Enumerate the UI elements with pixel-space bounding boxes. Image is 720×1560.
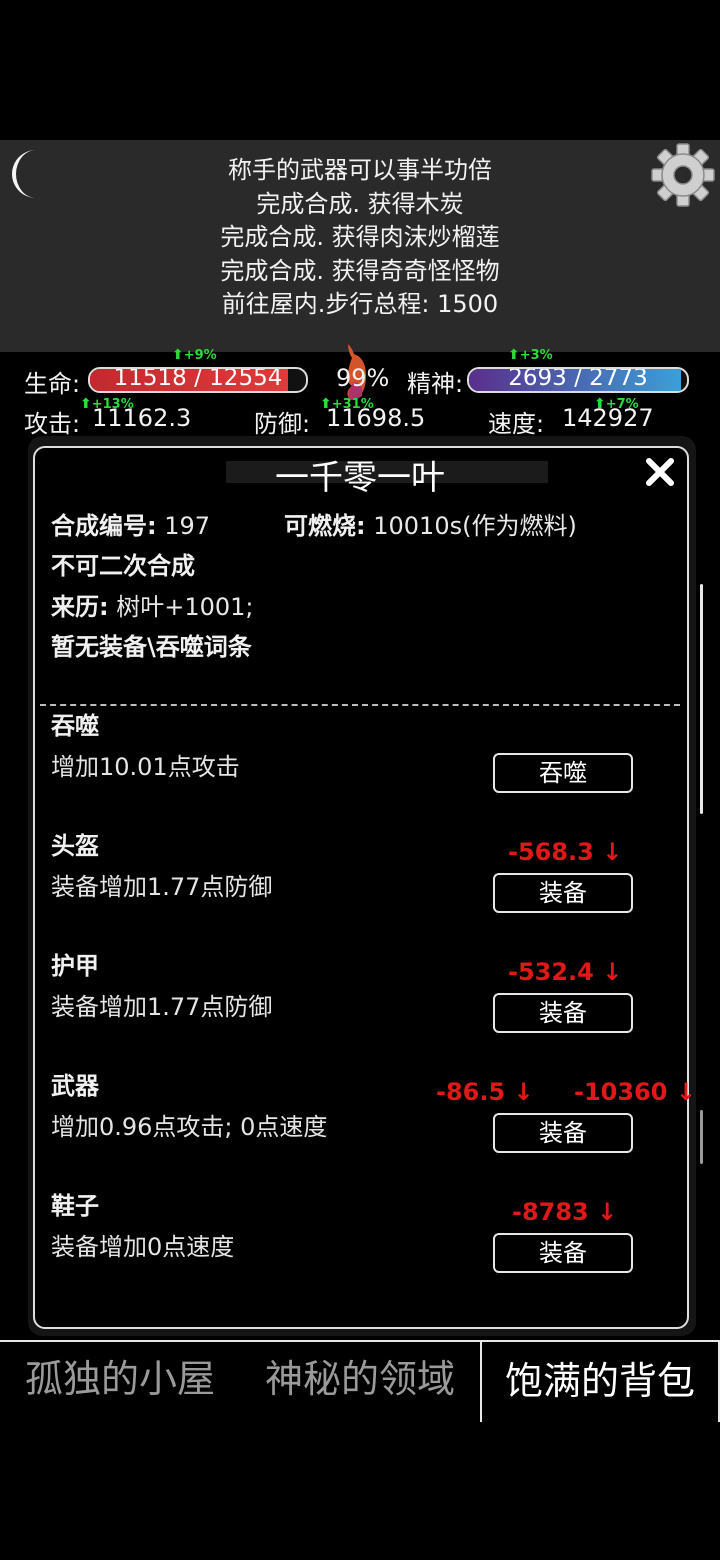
tab-backpack[interactable]: 饱满的背包 — [480, 1340, 720, 1422]
up-arrow-icon: ⬆ — [508, 347, 520, 363]
mp-label: 精神: — [407, 370, 464, 398]
hp-bonus: ⬆+9% — [172, 347, 217, 363]
section-armor-desc: 装备增加1.77点防御 — [51, 993, 273, 1021]
attack-label: 攻击: — [24, 410, 81, 438]
gear-icon[interactable] — [650, 142, 716, 208]
speed-label: 速度: — [488, 410, 545, 438]
armor-delta: -532.4 ↓ — [508, 958, 623, 986]
section-devour-desc: 增加10.01点攻击 — [51, 753, 240, 781]
log-line: 称手的武器可以事半功倍 — [228, 156, 492, 184]
up-arrow-icon: ⬆ — [80, 396, 92, 412]
section-shoes-title: 鞋子 — [51, 1192, 99, 1220]
defense-label: 防御: — [254, 410, 311, 438]
section-helmet-desc: 装备增加1.77点防御 — [51, 873, 273, 901]
tab-cabin[interactable]: 孤独的小屋 — [0, 1340, 240, 1420]
helmet-delta: -568.3 ↓ — [508, 838, 623, 866]
section-armor-title: 护甲 — [51, 952, 99, 980]
equip-shoes-button[interactable]: 装备 — [493, 1233, 633, 1273]
section-weapon-title: 武器 — [51, 1072, 99, 1100]
scrollbar[interactable] — [700, 584, 703, 814]
section-shoes-desc: 装备增加0点速度 — [51, 1233, 235, 1261]
origin-info: 来历: 树叶+1001; — [51, 593, 254, 621]
mp-bar: 2693 / 2773 — [467, 367, 689, 393]
mp-bonus: ⬆+3% — [508, 347, 553, 363]
no-equip-note: 暂无装备\吞噬词条 — [51, 633, 252, 661]
hp-bar: 11518 / 12554 — [88, 367, 308, 393]
equip-helmet-button[interactable]: 装备 — [493, 873, 633, 913]
section-helmet-title: 头盔 — [51, 832, 99, 860]
equip-armor-button[interactable]: 装备 — [493, 993, 633, 1033]
message-log: 称手的武器可以事半功倍 完成合成. 获得木炭 完成合成. 获得肉沫炒榴莲 完成合… — [0, 140, 720, 352]
weapon-delta-speed: -10360 ↓ — [574, 1078, 696, 1106]
no-resynth-note: 不可二次合成 — [51, 552, 195, 580]
divider — [40, 704, 680, 706]
log-line: 完成合成. 获得肉沫炒榴莲 — [220, 223, 500, 251]
weapon-delta: -86.5 ↓ — [436, 1078, 534, 1106]
log-line: 完成合成. 获得奇奇怪怪物 — [220, 256, 500, 285]
close-icon[interactable] — [640, 452, 680, 492]
section-weapon-desc: 增加0.96点攻击; 0点速度 — [51, 1113, 328, 1141]
log-line: 完成合成. 获得木炭 — [256, 189, 464, 218]
mp-bar-text: 2693 / 2773 — [508, 367, 648, 391]
tab-domain[interactable]: 神秘的领域 — [240, 1340, 480, 1420]
hp-bar-text: 11518 / 12554 — [113, 367, 283, 391]
defense-value: 11698.5 — [326, 404, 426, 432]
log-line: 前往屋内.步行总程: 1500 — [221, 290, 499, 318]
up-arrow-icon: ⬆ — [172, 347, 184, 363]
burn-info: 可燃烧: 10010s(作为燃料) — [284, 512, 577, 540]
synth-id: 合成编号: 197 — [51, 512, 211, 540]
hp-label: 生命: — [24, 370, 81, 398]
devour-button[interactable]: 吞噬 — [493, 753, 633, 793]
equip-weapon-button[interactable]: 装备 — [493, 1113, 633, 1153]
section-devour-title: 吞噬 — [51, 712, 99, 740]
scrollbar-track — [700, 1110, 703, 1164]
satiety-value: 99% — [336, 364, 390, 392]
item-title: 一千零一叶 — [275, 458, 445, 498]
speed-value: 142927 — [562, 404, 654, 432]
attack-value: 11162.3 — [92, 404, 192, 432]
shoes-delta: -8783 ↓ — [512, 1198, 618, 1226]
moon-icon[interactable] — [6, 146, 54, 202]
